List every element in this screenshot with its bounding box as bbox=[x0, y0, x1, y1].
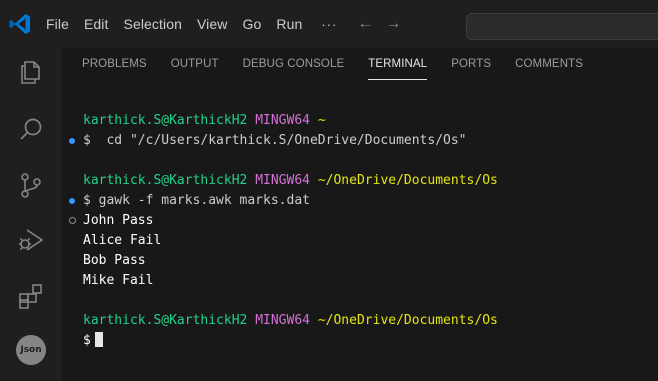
menu-edit[interactable]: Edit bbox=[84, 16, 109, 32]
prompt-path: ~/OneDrive/Documents/Os bbox=[317, 173, 498, 188]
output-line: Alice Fail bbox=[83, 233, 162, 248]
command-line: $ cd "/c/Users/karthick.S/OneDrive/Docum… bbox=[83, 133, 467, 148]
prompt-user: karthick.S@KarthickH2 bbox=[83, 113, 248, 128]
search-icon[interactable] bbox=[16, 115, 46, 145]
menu-file[interactable]: File bbox=[46, 16, 69, 32]
forward-arrow-icon[interactable]: → bbox=[385, 15, 401, 33]
command-running-decoration[interactable] bbox=[69, 217, 76, 224]
terminal-output[interactable]: karthick.S@KarthickH2 MINGW64 ~ $ cd "/c… bbox=[62, 48, 658, 381]
menu-view[interactable]: View bbox=[197, 16, 228, 32]
prompt-line: karthick.S@KarthickH2 MINGW64 ~/OneDrive… bbox=[83, 171, 498, 191]
activity-bar: Json bbox=[0, 48, 62, 381]
source-control-icon[interactable] bbox=[16, 170, 46, 200]
prompt-symbol: $ bbox=[83, 333, 91, 348]
menu-selection[interactable]: Selection bbox=[124, 16, 183, 32]
vscode-window: File Edit Selection View Go Run ··· ← → bbox=[0, 0, 658, 381]
more-menu-icon[interactable]: ··· bbox=[321, 17, 337, 32]
command-success-decoration[interactable] bbox=[69, 198, 75, 204]
menu-run[interactable]: Run bbox=[276, 16, 302, 32]
explorer-icon[interactable] bbox=[16, 57, 46, 87]
output-line: Mike Fail bbox=[83, 273, 154, 288]
back-arrow-icon[interactable]: ← bbox=[357, 15, 373, 33]
prompt-user: karthick.S@KarthickH2 bbox=[83, 173, 248, 188]
output-line: John Pass bbox=[83, 213, 154, 228]
extensions-icon[interactable] bbox=[16, 281, 46, 311]
json-extension-icon[interactable]: Json bbox=[16, 335, 46, 365]
title-bar: File Edit Selection View Go Run ··· ← → bbox=[0, 0, 658, 48]
output-line: Bob Pass bbox=[83, 253, 146, 268]
command-center-search[interactable] bbox=[466, 13, 658, 40]
vscode-logo-icon bbox=[9, 14, 30, 34]
prompt-shell: MINGW64 bbox=[255, 313, 310, 328]
command-success-decoration[interactable] bbox=[69, 138, 75, 144]
input-line[interactable]: $ bbox=[83, 331, 103, 351]
command-line: $ gawk -f marks.awk marks.dat bbox=[83, 193, 310, 208]
menu-bar: File Edit Selection View Go Run ··· ← → bbox=[46, 0, 413, 48]
terminal-panel: PROBLEMS OUTPUT DEBUG CONSOLE TERMINAL P… bbox=[62, 48, 658, 381]
prompt-line: karthick.S@KarthickH2 MINGW64 ~/OneDrive… bbox=[83, 311, 498, 331]
menu-go[interactable]: Go bbox=[243, 16, 262, 32]
run-debug-icon[interactable] bbox=[16, 225, 46, 255]
prompt-path: ~ bbox=[317, 113, 326, 128]
prompt-shell: MINGW64 bbox=[255, 173, 310, 188]
terminal-cursor bbox=[94, 332, 103, 347]
prompt-line: karthick.S@KarthickH2 MINGW64 ~ bbox=[83, 111, 326, 131]
prompt-user: karthick.S@KarthickH2 bbox=[83, 313, 248, 328]
prompt-path: ~/OneDrive/Documents/Os bbox=[317, 313, 498, 328]
prompt-shell: MINGW64 bbox=[255, 113, 310, 128]
